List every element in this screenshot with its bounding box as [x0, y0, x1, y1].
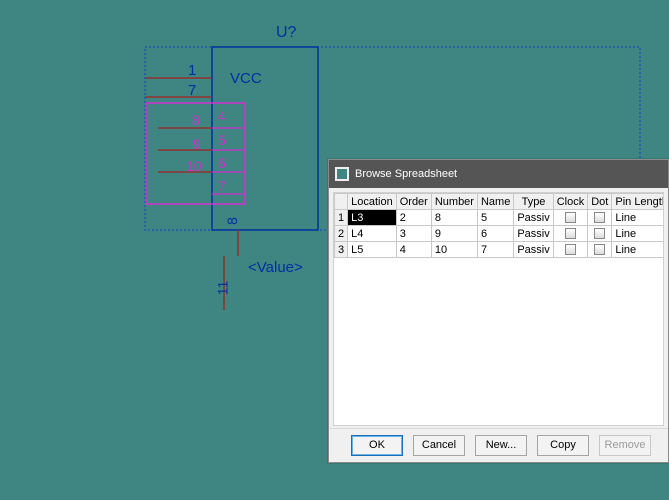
cell-order[interactable]: 2: [396, 210, 431, 226]
pin-number-1: 1: [188, 62, 196, 79]
col-dot[interactable]: Dot: [588, 194, 612, 210]
cancel-button[interactable]: Cancel: [413, 435, 465, 456]
pin-number-7: 7: [188, 82, 196, 99]
pin-number-9: 9: [193, 136, 201, 152]
cell-type[interactable]: Passiv: [514, 226, 553, 242]
cell-type[interactable]: Passiv: [514, 242, 553, 258]
cell-pinlen[interactable]: Line: [612, 242, 664, 258]
pin-number-5: 5: [218, 132, 226, 148]
cell-type[interactable]: Passiv: [514, 210, 553, 226]
dialog-button-row: OK Cancel New... Copy Remove: [329, 428, 668, 456]
pin-number-4: 4: [218, 108, 226, 124]
col-name[interactable]: Name: [477, 194, 513, 210]
cell-name[interactable]: 7: [477, 242, 513, 258]
row-header[interactable]: 1: [335, 210, 348, 226]
pin-number-6: 6: [218, 155, 226, 171]
cell-clock[interactable]: [553, 210, 588, 226]
checkbox-icon[interactable]: [594, 228, 605, 239]
checkbox-icon[interactable]: [594, 244, 605, 255]
checkbox-icon[interactable]: [594, 212, 605, 223]
cell-pinlen[interactable]: Line: [612, 226, 664, 242]
cell-clock[interactable]: [553, 226, 588, 242]
col-location[interactable]: Location: [348, 194, 397, 210]
cell-order[interactable]: 4: [396, 242, 431, 258]
spreadsheet-area[interactable]: Location Order Number Name Type Clock Do…: [333, 192, 664, 426]
cell-dot[interactable]: [588, 242, 612, 258]
cell-number[interactable]: 10: [431, 242, 477, 258]
table-row[interactable]: 2 L4 3 9 6 Passiv Line: [335, 226, 665, 242]
table-row[interactable]: 1 L3 2 8 5 Passiv Line: [335, 210, 665, 226]
cell-pinlen[interactable]: Line: [612, 210, 664, 226]
table-row[interactable]: 3 L5 4 10 7 Passiv Line: [335, 242, 665, 258]
cell-number[interactable]: 9: [431, 226, 477, 242]
value-label: <Value>: [248, 259, 303, 276]
corner-header[interactable]: [335, 194, 348, 210]
spreadsheet-table[interactable]: Location Order Number Name Type Clock Do…: [334, 193, 664, 258]
cell-clock[interactable]: [553, 242, 588, 258]
app-icon: [335, 167, 349, 181]
cell-location[interactable]: L5: [348, 242, 397, 258]
pin-number-8-bottom: 8: [224, 217, 240, 225]
checkbox-icon[interactable]: [565, 228, 576, 239]
dialog-titlebar[interactable]: Browse Spreadsheet: [329, 160, 668, 188]
cell-location[interactable]: L4: [348, 226, 397, 242]
col-number[interactable]: Number: [431, 194, 477, 210]
col-type[interactable]: Type: [514, 194, 553, 210]
ok-button[interactable]: OK: [351, 435, 403, 456]
checkbox-icon[interactable]: [565, 212, 576, 223]
copy-button[interactable]: Copy: [537, 435, 589, 456]
cell-number[interactable]: 8: [431, 210, 477, 226]
cell-name[interactable]: 5: [477, 210, 513, 226]
pin-number-10: 10: [186, 158, 202, 174]
col-clock[interactable]: Clock: [553, 194, 588, 210]
col-pinlength[interactable]: Pin Length: [612, 194, 664, 210]
row-header[interactable]: 2: [335, 226, 348, 242]
cell-dot[interactable]: [588, 210, 612, 226]
cell-dot[interactable]: [588, 226, 612, 242]
cell-location[interactable]: L3: [348, 210, 397, 226]
col-order[interactable]: Order: [396, 194, 431, 210]
schematic-canvas[interactable]: U? VCC 1 7 4 8 5 9 6 10 7 8 11 <Value> B…: [0, 0, 669, 500]
checkbox-icon[interactable]: [565, 244, 576, 255]
pin-number-7m: 7: [218, 178, 226, 194]
dialog-title: Browse Spreadsheet: [355, 168, 457, 180]
new-button[interactable]: New...: [475, 435, 527, 456]
refdes-label: U?: [276, 24, 296, 42]
cell-name[interactable]: 6: [477, 226, 513, 242]
browse-spreadsheet-dialog: Browse Spreadsheet Location Order Number…: [328, 159, 669, 463]
pin-number-11: 11: [214, 281, 230, 296]
remove-button: Remove: [599, 435, 651, 456]
pin-label-vcc: VCC: [230, 70, 262, 87]
pin-number-8: 8: [192, 112, 200, 128]
cell-order[interactable]: 3: [396, 226, 431, 242]
row-header[interactable]: 3: [335, 242, 348, 258]
